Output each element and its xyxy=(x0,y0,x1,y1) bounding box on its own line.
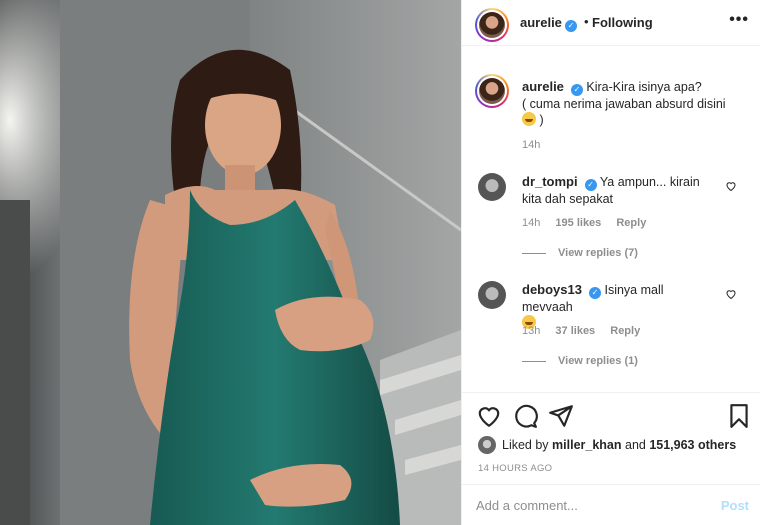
caption-text-end: ) xyxy=(536,113,544,127)
author-avatar[interactable] xyxy=(475,8,509,42)
view-replies-button[interactable]: View replies (1) xyxy=(522,355,638,367)
caption-time[interactable]: 14h xyxy=(522,139,540,151)
liked-by-prefix: Liked by xyxy=(502,438,553,452)
author-username-block[interactable]: aurelie ✓ xyxy=(520,15,577,32)
comment-input[interactable] xyxy=(476,495,696,515)
comment-username[interactable]: dr_tompi xyxy=(522,174,578,189)
like-comment-heart-icon[interactable] xyxy=(725,288,737,300)
caption: aurelie ✓ Kira-Kira isinya apa? ( cuma ne… xyxy=(522,79,742,128)
post-actions: Liked by miller_khan and 151,963 others … xyxy=(462,392,760,525)
comment-likes[interactable]: 37 likes xyxy=(555,325,595,337)
post-comment-button[interactable]: Post xyxy=(721,498,749,513)
comment-text-block: deboys13 ✓ Isinya mall mevvaah xyxy=(522,282,702,331)
verified-badge-icon: ✓ xyxy=(584,179,597,191)
comment-time[interactable]: 14h xyxy=(522,217,540,229)
post-timestamp[interactable]: 14 HOURS AGO xyxy=(478,463,552,474)
caption-text-line2: ( cuma nerima jawaban absurd disini xyxy=(522,97,726,111)
comments-section[interactable]: aurelie ✓ Kira-Kira isinya apa? ( cuma ne… xyxy=(462,47,760,392)
verified-badge-icon: ✓ xyxy=(564,20,577,32)
post-header: aurelie ✓ • Following ••• xyxy=(462,0,760,46)
reply-button[interactable]: Reply xyxy=(610,325,640,337)
verified-badge-icon: ✓ xyxy=(570,84,583,96)
liked-by-user[interactable]: miller_khan xyxy=(552,438,621,452)
separator-dot: • xyxy=(584,14,589,29)
view-replies-line xyxy=(522,252,546,254)
more-options-icon[interactable]: ••• xyxy=(729,11,749,29)
liked-by-text: Liked by miller_khan and 151,963 others xyxy=(502,438,736,452)
photo-image xyxy=(0,0,461,525)
liker-avatar[interactable] xyxy=(478,436,496,454)
comment-username[interactable]: deboys13 xyxy=(522,282,582,297)
view-replies-label: View replies (1) xyxy=(558,355,638,367)
caption-text-line1: Kira-Kira isinya apa? xyxy=(586,80,702,94)
caption-username[interactable]: aurelie xyxy=(522,79,564,94)
post-photo[interactable] xyxy=(0,0,461,525)
comment-time[interactable]: 13h xyxy=(522,325,540,337)
view-replies-label: View replies (7) xyxy=(558,247,638,259)
liked-by-count[interactable]: 151,963 others xyxy=(649,438,736,452)
comment-meta: 14h 195 likes Reply xyxy=(522,217,658,229)
comment-meta: 13h 37 likes Reply xyxy=(522,325,652,337)
comment-likes[interactable]: 195 likes xyxy=(555,217,601,229)
comment-bubble-icon[interactable] xyxy=(512,403,538,429)
like-heart-icon[interactable] xyxy=(476,403,502,429)
liked-by-and: and xyxy=(621,438,650,452)
caption-author-avatar[interactable] xyxy=(475,74,509,108)
view-replies-button[interactable]: View replies (7) xyxy=(522,247,638,259)
like-comment-heart-icon[interactable] xyxy=(725,180,737,192)
verified-badge-icon: ✓ xyxy=(588,287,601,299)
save-bookmark-icon[interactable] xyxy=(726,403,752,429)
post-panel: aurelie ✓ • Following ••• aurelie ✓ Kira-K… xyxy=(461,0,760,525)
comment-text-block: dr_tompi ✓ Ya ampun... kirain kita dah se… xyxy=(522,174,702,207)
reply-button[interactable]: Reply xyxy=(616,217,646,229)
laughing-emoji-icon xyxy=(522,112,536,126)
commenter-avatar[interactable] xyxy=(478,281,506,309)
following-button[interactable]: Following xyxy=(592,15,653,30)
author-username[interactable]: aurelie xyxy=(520,15,562,30)
commenter-avatar[interactable] xyxy=(478,173,506,201)
add-comment-bar: Post xyxy=(462,484,760,525)
view-replies-line xyxy=(522,360,546,362)
share-direct-icon[interactable] xyxy=(548,403,574,429)
